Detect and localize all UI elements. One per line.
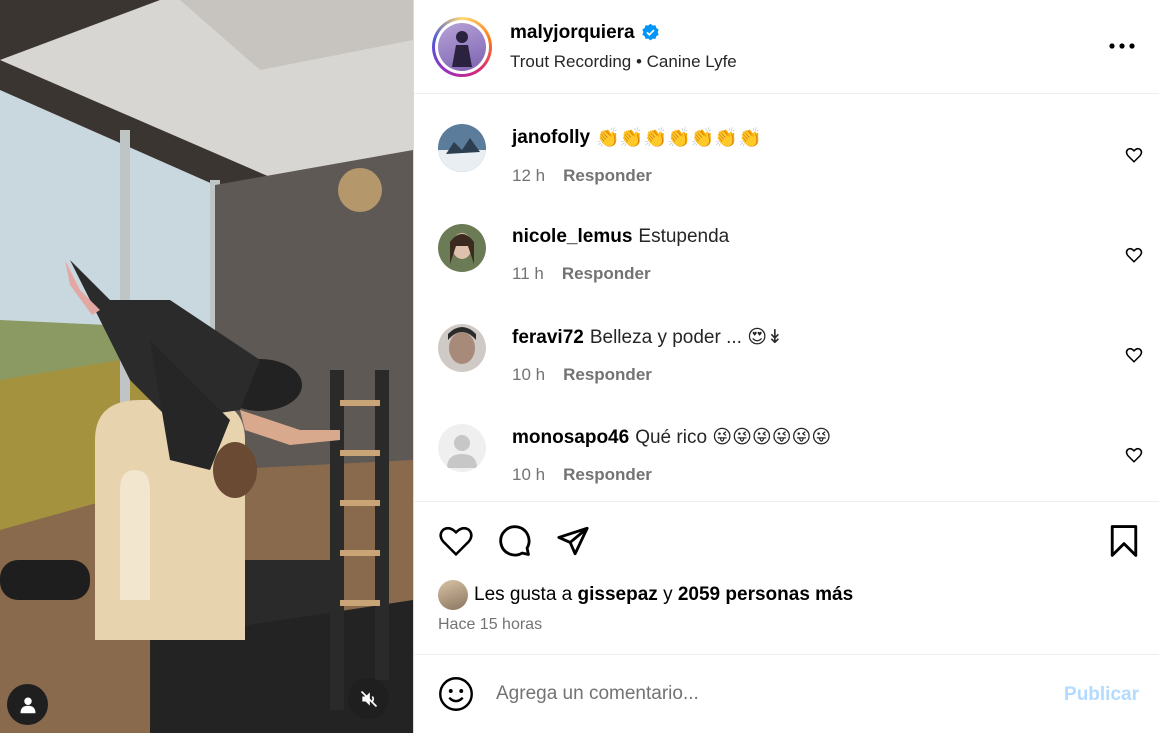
comments-list[interactable]: janofolly 👏👏👏👏👏👏👏 12 h Responder nicole_… [414, 94, 1159, 504]
commenter-avatar[interactable] [438, 124, 486, 173]
comment-like-button[interactable] [1125, 146, 1143, 169]
comment-input[interactable] [496, 683, 1016, 706]
default-avatar-icon [438, 424, 486, 473]
publish-button[interactable]: Publicar [1064, 684, 1139, 706]
video-frame-image [0, 0, 413, 733]
likes-count-link[interactable]: 2059 personas más [678, 584, 853, 606]
commenter-avatar[interactable] [438, 324, 486, 373]
speaker-muted-icon [360, 690, 377, 707]
author-username[interactable]: malyjorquiera [510, 22, 635, 44]
comment-time: 10 h [512, 465, 546, 485]
post-header: malyjorquiera Trout Recording • Canine L… [414, 0, 1159, 95]
comment-item: janofolly 👏👏👏👏👏👏👏 12 h Responder [414, 104, 1159, 204]
heart-icon [1125, 348, 1143, 364]
commenter-avatar[interactable] [438, 224, 486, 273]
post-media-video[interactable] [0, 0, 413, 733]
liker-avatar[interactable] [438, 580, 468, 611]
heart-icon [1125, 448, 1143, 464]
comment-bubble-icon [499, 525, 531, 557]
comment-username[interactable]: nicole_lemus [512, 226, 632, 248]
more-options-icon [1109, 43, 1135, 49]
comment-button[interactable] [498, 524, 532, 558]
author-avatar[interactable] [432, 16, 492, 77]
reply-button[interactable]: Responder [563, 365, 652, 385]
comment-text: Belleza y poder ... 😍↡ [589, 327, 783, 349]
person-icon [20, 697, 35, 713]
mute-toggle-button[interactable] [348, 678, 389, 719]
add-comment-bar: Publicar [414, 655, 1159, 733]
post-actions-bar [414, 502, 1159, 580]
likes-prefix-text: Les gusta a [474, 584, 573, 606]
post-details-panel: malyjorquiera Trout Recording • Canine L… [413, 0, 1159, 733]
comment-time: 12 h [512, 166, 546, 186]
emoji-picker-button[interactable] [438, 676, 474, 712]
reply-button[interactable]: Responder [563, 166, 652, 186]
comment-text: Estupenda [638, 226, 730, 248]
comment-username[interactable]: janofolly [512, 127, 590, 149]
heart-icon [1125, 148, 1143, 164]
more-options-button[interactable] [1109, 32, 1135, 55]
like-button[interactable] [438, 525, 474, 557]
save-button[interactable] [1109, 524, 1139, 563]
comment-like-button[interactable] [1125, 246, 1143, 269]
comment-like-button[interactable] [1125, 346, 1143, 369]
likes-connector-text: y [663, 584, 673, 606]
heart-icon [439, 527, 473, 557]
comment-text: 👏👏👏👏👏👏👏 [596, 128, 762, 150]
comment-item: monosapo46 Qué rico 😜😜😜😜😜😜 10 h Responde… [414, 404, 1159, 504]
author-avatar-image [438, 22, 486, 71]
tagged-users-button[interactable] [7, 684, 48, 725]
commenter-avatar[interactable] [438, 424, 486, 473]
comment-username[interactable]: monosapo46 [512, 427, 629, 449]
comment-text: Qué rico 😜😜😜😜😜😜 [635, 427, 832, 449]
share-button[interactable] [556, 524, 590, 558]
likes-summary: Les gusta a gissepaz y 2059 personas más… [414, 580, 1159, 656]
smiley-icon [439, 677, 473, 712]
bookmark-icon [1110, 525, 1138, 558]
comment-time: 11 h [512, 264, 544, 284]
liker-username[interactable]: gissepaz [578, 584, 658, 606]
comment-item: feravi72 Belleza y poder ... 😍↡ 10 h Res… [414, 304, 1159, 404]
heart-icon [1125, 248, 1143, 264]
reply-button[interactable]: Responder [562, 264, 651, 284]
post-timestamp[interactable]: Hace 15 horas [438, 616, 1159, 634]
comment-item: nicole_lemus Estupenda 11 h Responder [414, 204, 1159, 304]
paper-plane-icon [557, 527, 589, 556]
comment-username[interactable]: feravi72 [512, 327, 584, 349]
comment-like-button[interactable] [1125, 446, 1143, 469]
instagram-post-view: malyjorquiera Trout Recording • Canine L… [0, 0, 1159, 733]
audio-attribution-link[interactable]: Trout Recording • Canine Lyfe [510, 52, 737, 72]
verified-badge-icon [641, 23, 659, 41]
reply-button[interactable]: Responder [563, 465, 652, 485]
comment-time: 10 h [512, 365, 546, 385]
